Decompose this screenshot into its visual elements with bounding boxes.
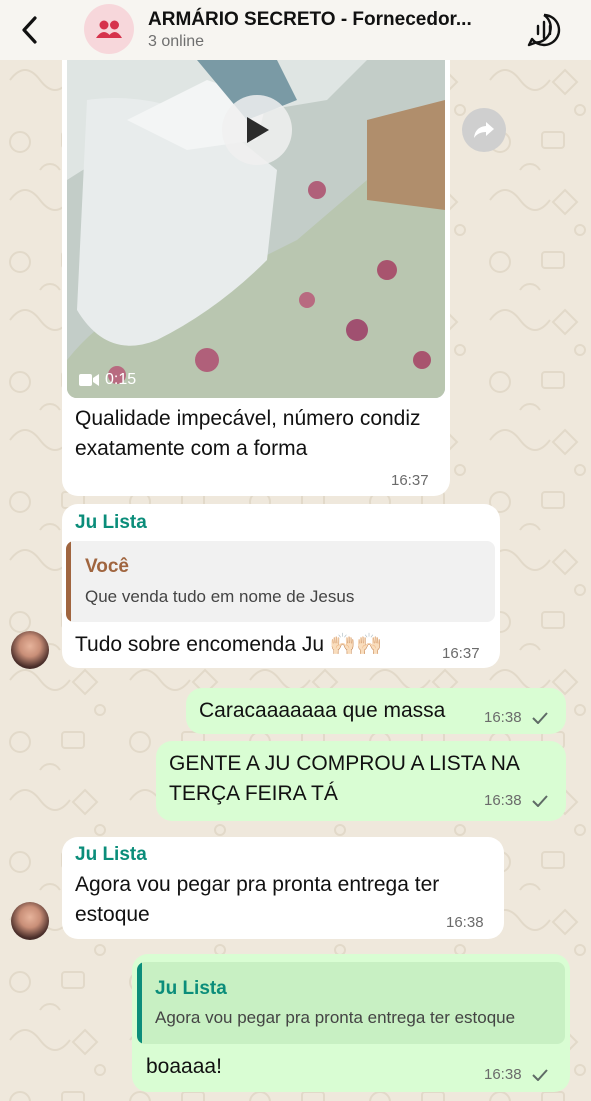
back-chevron-icon xyxy=(22,16,37,44)
video-duration-text: 0:15 xyxy=(105,371,137,388)
message-time: 16:38 xyxy=(484,792,548,809)
voice-chat-button[interactable] xyxy=(526,12,562,48)
quoted-message[interactable]: Ju Lista Agora vou pegar pra pronta entr… xyxy=(137,962,565,1044)
message-time: 16:38 xyxy=(484,1066,548,1083)
chat-header: ARMÁRIO SECRETO - Fornecedor... 3 online xyxy=(0,0,591,60)
forward-button[interactable] xyxy=(462,108,506,152)
quote-author: Você xyxy=(85,556,130,577)
call-waveform-icon xyxy=(527,13,561,47)
quote-bar xyxy=(137,962,142,1044)
group-avatar-icon xyxy=(96,20,122,38)
message-time: 16:38 xyxy=(484,709,548,726)
play-button[interactable] xyxy=(222,95,292,165)
message-text: Tudo sobre encomenda Ju 🙌🏻🙌🏻 xyxy=(75,633,383,656)
quoted-message[interactable]: Você Que venda tudo em nome de Jesus xyxy=(66,541,495,622)
message-time-text: 16:38 xyxy=(484,792,522,809)
message-time-text: 16:38 xyxy=(484,709,522,726)
message-text: Agora vou pegar pra pronta entrega ter e… xyxy=(75,873,440,926)
message-time: 16:37 xyxy=(442,645,480,662)
sender-name[interactable]: Ju Lista xyxy=(75,844,147,866)
message-text: boaaaa! xyxy=(146,1055,222,1078)
quote-bar xyxy=(66,541,71,622)
check-icon xyxy=(532,795,548,807)
online-count: 3 online xyxy=(148,33,205,50)
message-time: 16:38 xyxy=(446,914,484,931)
video-camera-icon xyxy=(79,374,99,386)
quote-text: Que venda tudo em nome de Jesus xyxy=(85,587,355,606)
message-time-text: 16:38 xyxy=(484,1066,522,1083)
message-time: 16:37 xyxy=(391,472,429,489)
sender-name[interactable]: Ju Lista xyxy=(75,512,147,534)
video-thumbnail[interactable]: 0:15 xyxy=(67,60,445,398)
check-icon xyxy=(532,1069,548,1081)
quote-text: Agora vou pegar pra pronta entrega ter e… xyxy=(155,1008,516,1027)
group-avatar[interactable] xyxy=(84,4,134,54)
message-text: Caracaaaaaaa que massa xyxy=(199,699,446,722)
message-text: Qualidade impecável, número condiz exata… xyxy=(75,407,421,460)
check-icon xyxy=(532,712,548,724)
sender-avatar[interactable] xyxy=(11,631,49,669)
back-button[interactable] xyxy=(14,12,44,48)
play-icon xyxy=(247,117,269,143)
quote-author: Ju Lista xyxy=(155,978,227,999)
forward-icon xyxy=(474,122,494,138)
chat-title[interactable]: ARMÁRIO SECRETO - Fornecedor... xyxy=(148,9,472,31)
sender-avatar[interactable] xyxy=(11,902,49,940)
video-duration: 0:15 xyxy=(79,371,136,389)
